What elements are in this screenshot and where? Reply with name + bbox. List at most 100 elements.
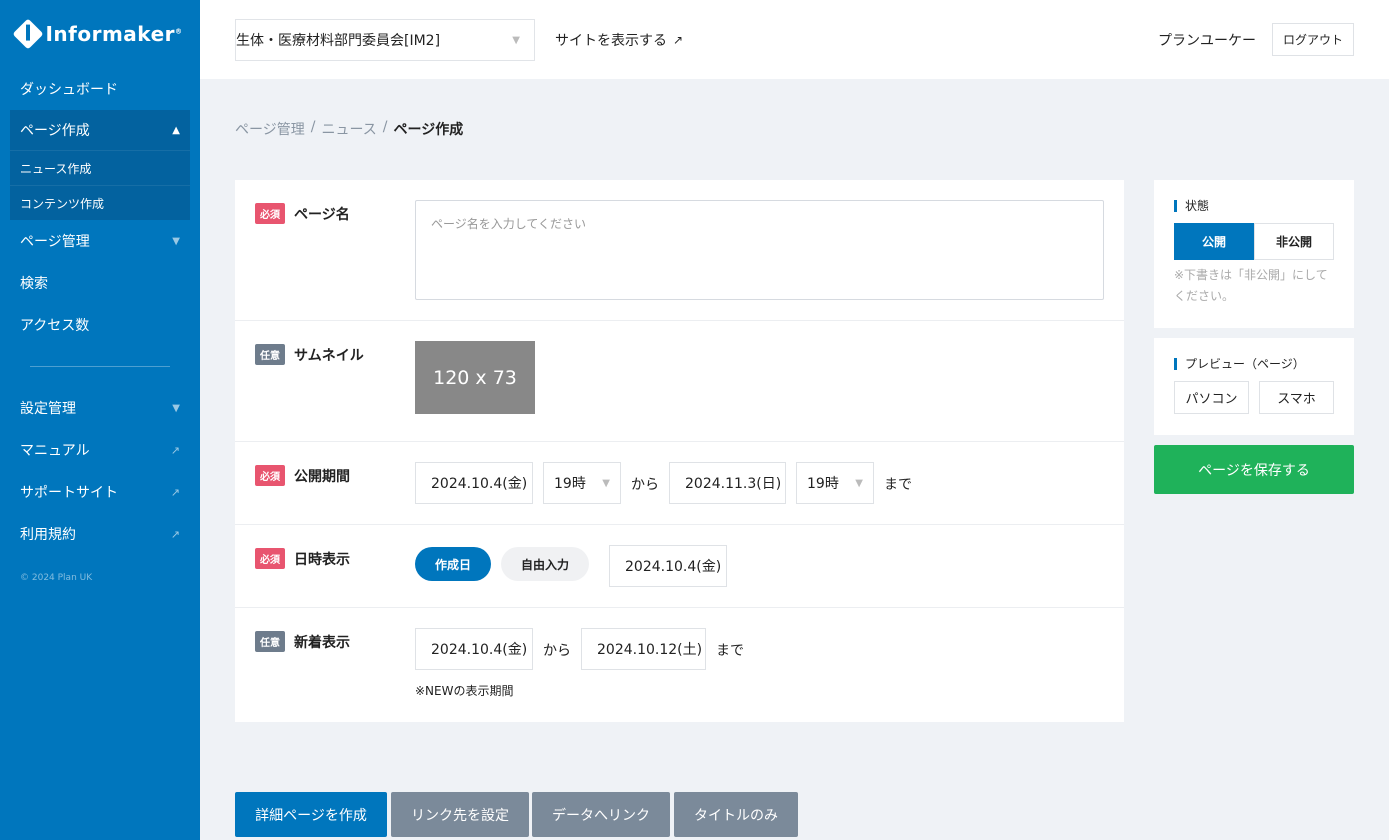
page-name-input[interactable]: ページ名を入力してください (415, 200, 1104, 300)
new-end-date[interactable]: 2024.10.12(土) (581, 628, 706, 670)
sidebar: Informaker® ダッシュボード ページ作成 ▲ ニュース作成 コンテンツ… (0, 0, 200, 840)
sidebar-item-label: ダッシュボード (20, 82, 118, 98)
set-link-button[interactable]: リンク先を設定 (391, 792, 529, 837)
external-link-icon: ↗ (170, 443, 180, 457)
field-label: 必須 ページ名 (255, 203, 350, 224)
field-label: 必須 日時表示 (255, 548, 350, 569)
period-end-hour-select[interactable]: 19時 ▼ (796, 462, 874, 504)
breadcrumb-item[interactable]: ページ管理 (235, 119, 305, 139)
sidebar-item-label: 検索 (20, 276, 48, 292)
user-name: プランユーケー (1158, 33, 1256, 49)
preview-phone-button[interactable]: スマホ (1259, 381, 1334, 414)
link-to-data-button[interactable]: データへリンク (532, 792, 670, 837)
breadcrumb-current: ページ作成 (393, 122, 464, 138)
breadcrumb-separator: / (310, 119, 316, 135)
sidebar-item-label: 設定管理 (20, 401, 76, 417)
sidebar-item-manual[interactable]: マニュアル ↗ (0, 429, 200, 471)
chevron-down-icon: ▼ (172, 402, 180, 414)
sidebar-item-label: マニュアル (20, 443, 90, 459)
optional-badge: 任意 (255, 344, 285, 365)
optional-badge: 任意 (255, 631, 285, 652)
sidebar-item-label: ページ作成 (20, 123, 90, 139)
form-row-period: 必須 公開期間 2024.10.4(金) 19時 ▼ から 2024.11.3(… (235, 442, 1124, 525)
breadcrumb-separator: / (382, 119, 388, 135)
logo-text: Informaker® (45, 22, 183, 46)
required-badge: 必須 (255, 203, 285, 224)
chevron-down-icon: ▼ (172, 235, 180, 247)
breadcrumb-item[interactable]: ニュース (321, 119, 376, 139)
sidebar-subitem-news-create[interactable]: ニュース作成 (10, 150, 190, 185)
save-page-button[interactable]: ページを保存する (1154, 445, 1354, 494)
site-select[interactable]: 生体・医療材料部門委員会[IM2] ▼ (235, 19, 535, 61)
breadcrumb: ページ管理 / ニュース / ページ作成 (235, 119, 463, 139)
view-site-link[interactable]: サイトを表示する ↗ (555, 30, 683, 50)
external-link-icon: ↗ (170, 485, 180, 499)
preview-pc-button[interactable]: パソコン (1174, 381, 1249, 414)
option-free-input[interactable]: 自由入力 (501, 547, 589, 581)
sidebar-item-settings[interactable]: 設定管理 ▼ (0, 387, 200, 429)
external-link-icon: ↗ (673, 33, 684, 47)
sidebar-item-label: サポートサイト (20, 485, 118, 501)
new-display-note: ※NEWの表示期間 (415, 684, 514, 698)
from-text: から (631, 477, 659, 493)
option-created-date[interactable]: 作成日 (415, 547, 491, 581)
select-value: 19時 (554, 476, 586, 492)
view-site-label: サイトを表示する (555, 33, 667, 49)
field-label: 任意 サムネイル (255, 344, 364, 365)
until-text: まで (884, 477, 912, 493)
period-end-date[interactable]: 2024.11.3(日) (669, 462, 786, 504)
required-badge: 必須 (255, 548, 285, 569)
site-select-value: 生体・医療材料部門委員会[IM2] (236, 33, 441, 49)
period-start-date[interactable]: 2024.10.4(金) (415, 462, 533, 504)
period-start-hour-select[interactable]: 19時 ▼ (543, 462, 621, 504)
status-panel: 状態 公開 非公開 ※下書きは「非公開」にしてください。 (1154, 180, 1354, 328)
status-private-button[interactable]: 非公開 (1254, 223, 1334, 260)
field-label-text: サムネイル (294, 347, 364, 364)
sidebar-subitem-content-create[interactable]: コンテンツ作成 (10, 185, 190, 220)
new-start-date[interactable]: 2024.10.4(金) (415, 628, 533, 670)
create-detail-page-button[interactable]: 詳細ページを作成 (235, 792, 387, 837)
until-text: まで (716, 643, 744, 659)
display-date[interactable]: 2024.10.4(金) (609, 545, 727, 587)
sidebar-item-label: アクセス数 (20, 318, 90, 334)
external-link-icon: ↗ (170, 527, 180, 541)
sidebar-item-access[interactable]: アクセス数 (0, 304, 200, 346)
field-label-text: 新着表示 (294, 634, 350, 651)
status-public-button[interactable]: 公開 (1174, 223, 1254, 260)
sidebar-item-label: 利用規約 (20, 527, 76, 543)
sidebar-item-dashboard[interactable]: ダッシュボード (0, 68, 200, 110)
field-label-text: ページ名 (294, 206, 350, 223)
sidebar-item-label: ページ管理 (20, 234, 90, 250)
caret-down-icon: ▼ (602, 477, 610, 489)
sidebar-item-terms[interactable]: 利用規約 ↗ (0, 513, 200, 555)
logo-icon (12, 18, 45, 50)
caret-down-icon: ▼ (512, 34, 520, 46)
field-label-text: 公開期間 (294, 468, 350, 485)
form-row-new-display: 任意 新着表示 2024.10.4(金) から 2024.10.12(土) まで… (235, 608, 1124, 722)
caret-down-icon: ▼ (855, 477, 863, 489)
status-title: 状態 (1174, 200, 1209, 212)
header: 生体・医療材料部門委員会[IM2] ▼ サイトを表示する ↗ プランユーケー ロ… (200, 0, 1389, 79)
field-label: 必須 公開期間 (255, 465, 350, 486)
logo[interactable]: Informaker® (0, 0, 200, 68)
field-label-text: 日時表示 (294, 551, 350, 568)
sidebar-item-page-manage[interactable]: ページ管理 ▼ (0, 220, 200, 262)
preview-panel: プレビュー（ページ） パソコン スマホ (1154, 338, 1354, 435)
from-text: から (543, 643, 571, 659)
logout-button[interactable]: ログアウト (1272, 23, 1354, 56)
sidebar-item-page-create[interactable]: ページ作成 ▲ (10, 110, 190, 150)
copyright: © 2024 Plan UK (20, 573, 93, 583)
sidebar-group-page-create: ページ作成 ▲ ニュース作成 コンテンツ作成 (10, 110, 190, 220)
required-badge: 必須 (255, 465, 285, 486)
sidebar-divider (30, 366, 170, 367)
form-row-datetime-display: 必須 日時表示 作成日 自由入力 2024.10.4(金) (235, 525, 1124, 608)
chevron-up-icon: ▲ (172, 124, 180, 136)
sidebar-item-support[interactable]: サポートサイト ↗ (0, 471, 200, 513)
form-row-page-name: 必須 ページ名 ページ名を入力してください (235, 180, 1124, 321)
preview-title: プレビュー（ページ） (1174, 358, 1305, 370)
status-hint: ※下書きは「非公開」にしてください。 (1174, 268, 1328, 303)
form-row-thumbnail: 任意 サムネイル 120 x 73 (235, 321, 1124, 442)
title-only-button[interactable]: タイトルのみ (674, 792, 798, 837)
thumbnail-placeholder[interactable]: 120 x 73 (415, 341, 535, 414)
sidebar-item-search[interactable]: 検索 (0, 262, 200, 304)
